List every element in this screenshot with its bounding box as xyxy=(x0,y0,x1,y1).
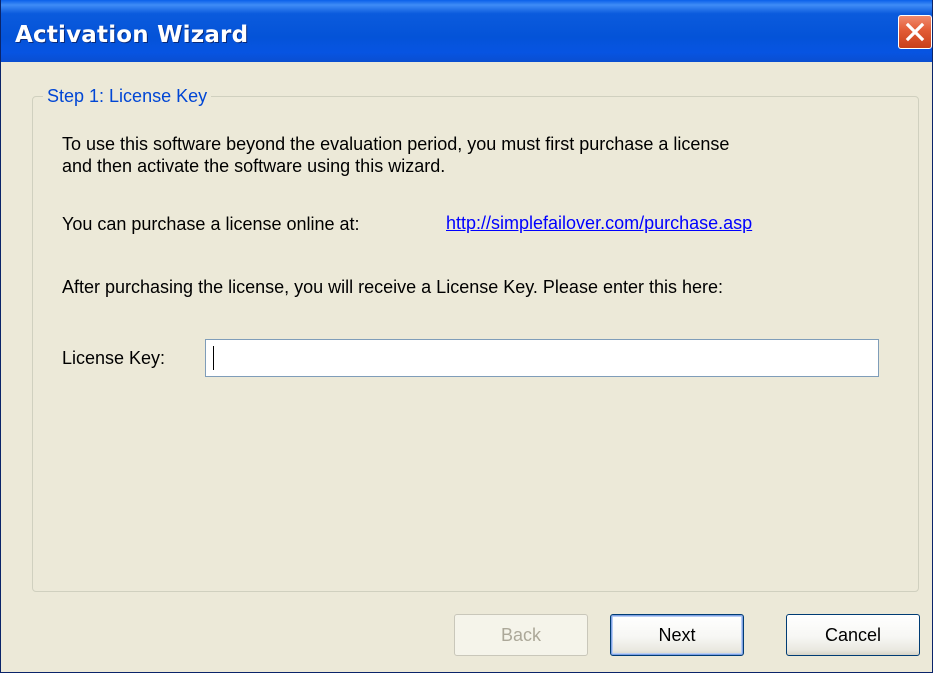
intro-text-line-1: To use this software beyond the evaluati… xyxy=(62,134,730,154)
after-purchase-text: After purchasing the license, you will r… xyxy=(62,277,724,297)
back-button[interactable]: Back xyxy=(454,614,588,656)
step-title: Step 1: License Key xyxy=(43,86,212,107)
activation-wizard-window: Activation Wizard Step 1: License Key To… xyxy=(0,0,933,673)
text-caret xyxy=(213,346,214,370)
title-bar[interactable]: Activation Wizard xyxy=(1,0,932,62)
cancel-button[interactable]: Cancel xyxy=(786,614,920,656)
intro-text-line-2: and then activate the software using thi… xyxy=(62,156,446,176)
purchase-label: You can purchase a license online at: xyxy=(62,214,360,234)
license-key-label: License Key: xyxy=(62,348,166,368)
purchase-link[interactable]: http://simplefailover.com/purchase.asp xyxy=(446,213,752,234)
license-key-input[interactable] xyxy=(205,339,879,377)
close-icon xyxy=(905,22,925,42)
next-button[interactable]: Next xyxy=(610,614,744,656)
window-title: Activation Wizard xyxy=(15,22,249,48)
close-button[interactable] xyxy=(898,15,932,49)
